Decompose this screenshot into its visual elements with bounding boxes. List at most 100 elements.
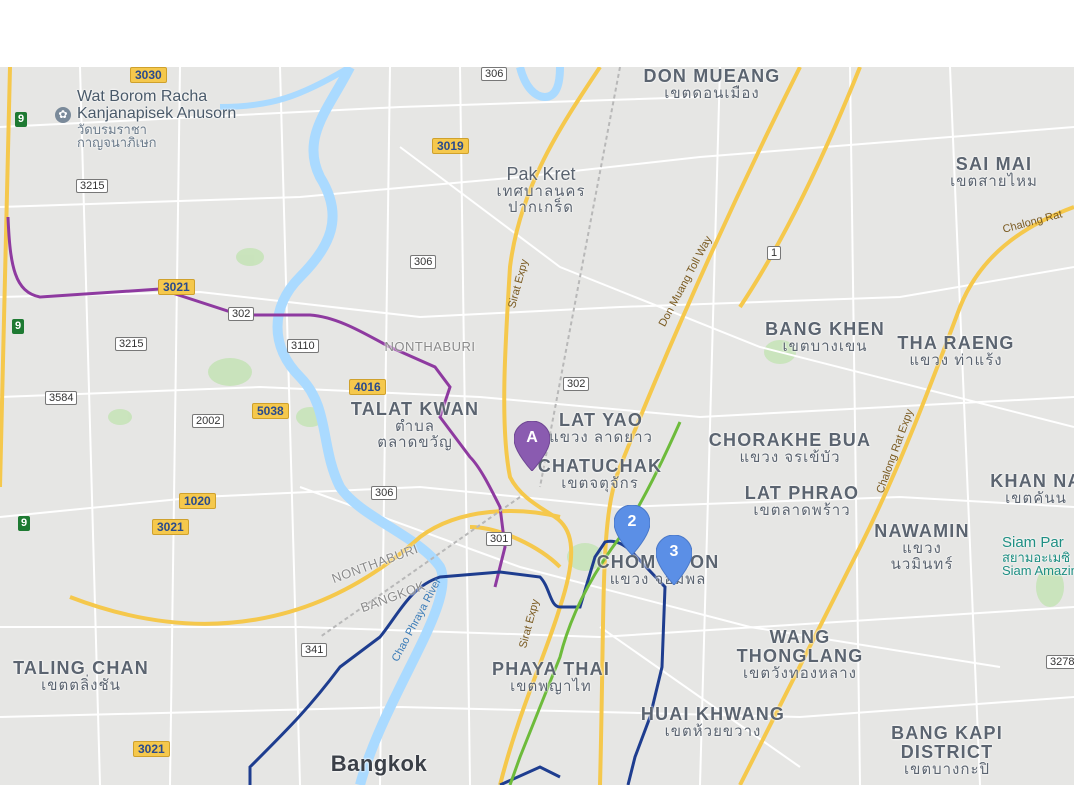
road-shield: 1: [767, 246, 782, 260]
district-th: เขตบางกะปิ: [903, 760, 991, 778]
district-don-mueang: DON MUEANG เขตดอนเมือง: [644, 67, 781, 102]
district-th: แขวง ลาดยาว: [549, 428, 653, 446]
marker-label: 3: [669, 543, 679, 560]
district-nawamin: NAWAMIN แขวง นวมินทร์: [874, 522, 969, 572]
district-lat-phrao: LAT PHRAO เขตลาดพร้าว: [745, 484, 859, 519]
poi-name: Wat Borom Racha: [77, 88, 208, 105]
district-en-2: THONGLANG: [736, 645, 864, 666]
district-en-2: DISTRICT: [900, 741, 994, 762]
road-shield: 301: [486, 532, 513, 546]
district-th: เขตคันน: [1005, 489, 1067, 507]
district-en: DON MUEANG: [643, 67, 781, 86]
district-talat-kwan: TALAT KWAN ตำบล ตลาดขวัญ: [351, 400, 479, 450]
highway-shield: 3021: [158, 279, 195, 295]
district-en: KHAN NA: [990, 471, 1074, 491]
highway-shield: 1020: [179, 493, 216, 509]
district-pak-kret: Pak Kret เทศบาลนคร ปากเกร็ด: [496, 165, 585, 215]
temple-icon: ✿: [55, 107, 71, 123]
highway-shield: 3019: [432, 138, 469, 154]
map-marker-2[interactable]: 2: [614, 505, 650, 555]
district-th: แขวง ท่าแร้ง: [909, 351, 1003, 369]
district-th: เขตลาดพร้าว: [753, 501, 851, 519]
district-th: เขตห้วยขวาง: [664, 722, 762, 740]
road-shield: 306: [371, 486, 398, 500]
poi-wat-borom-racha[interactable]: ✿ Wat Borom Racha Kanjanapisek Anusorn ว…: [55, 88, 237, 151]
district-khan-na: KHAN NA เขตคันน: [990, 472, 1074, 507]
district-en: PHAYA THAI: [491, 659, 611, 679]
poi-siam-park[interactable]: Siam Par สยามอะเมซิ Siam Amazin: [1002, 535, 1074, 578]
district-th-2: นวมินทร์: [890, 555, 954, 573]
district-th: เขตพญาไท: [510, 677, 592, 695]
road-shield: 306: [410, 255, 437, 269]
road-shield: 302: [563, 377, 590, 391]
district-en: Pak Kret: [506, 164, 576, 184]
district-taling-chan: TALING CHAN เขตตลิ่งชัน: [13, 659, 149, 694]
district-en: HUAI KHWANG: [640, 704, 786, 724]
district-bang-kapi: BANG KAPI DISTRICT เขตบางกะปิ: [891, 724, 1003, 778]
district-wang-thonglang: WANG THONGLANG เขตวังทองหลาง: [737, 628, 864, 682]
district-en: BANG KAPI: [891, 723, 1003, 743]
district-en: THA RAENG: [897, 333, 1015, 353]
poi-name: Siam Par: [1002, 534, 1064, 551]
district-th: แขวง: [902, 539, 942, 557]
district-phaya-thai: PHAYA THAI เขตพญาไท: [492, 660, 610, 695]
road-shield: 3584: [45, 391, 78, 405]
district-en: BANG KHEN: [765, 319, 885, 339]
district-th: เทศบาลนคร: [496, 182, 586, 200]
district-th: เขตจตุจักร: [561, 474, 639, 492]
poi-name-2: Siam Amazin: [1002, 563, 1074, 579]
road-shield: 3278: [1046, 655, 1074, 669]
road-shield: 306: [481, 67, 508, 81]
green-route-shield: 9: [15, 112, 27, 127]
road-shield: 341: [301, 643, 328, 657]
road-shield: 3110: [287, 339, 319, 353]
highway-shield: 3021: [152, 519, 189, 535]
district-th: ตำบล: [395, 417, 435, 435]
city-bangkok: Bangkok: [331, 752, 427, 775]
marker-label: A: [526, 429, 538, 446]
road-shield: 302: [228, 307, 255, 321]
district-th: เขตบางเขน: [782, 337, 868, 355]
highway-shield: 5038: [252, 403, 289, 419]
highway-shield: 4016: [349, 379, 386, 395]
district-th: เขตสายไหม: [950, 172, 1038, 190]
district-en: WANG: [769, 627, 831, 647]
district-th: เขตดอนเมือง: [664, 84, 760, 102]
district-th-2: ปากเกร็ด: [507, 198, 575, 216]
district-en: NAWAMIN: [874, 521, 970, 541]
district-en: SAI MAI: [955, 154, 1033, 174]
district-th-2: ตลาดขวัญ: [377, 433, 453, 451]
area-name: NONTHABURI: [384, 339, 476, 354]
city-name: Bangkok: [330, 751, 428, 776]
map-marker-3[interactable]: 3: [656, 535, 692, 585]
district-en: TALAT KWAN: [350, 399, 480, 419]
district-th: เขตตลิ่งชัน: [41, 676, 121, 694]
district-th: แขวง จรเข้บัว: [739, 448, 841, 466]
marker-label: 2: [627, 513, 637, 530]
district-bang-khen: BANG KHEN เขตบางเขน: [765, 320, 885, 355]
poi-th: สยามอะเมซิ: [1002, 549, 1071, 565]
district-th: เขตวังทองหลาง: [743, 664, 857, 682]
district-sai-mai: SAI MAI เขตสายไหม: [950, 155, 1038, 190]
district-huai-khwang: HUAI KHWANG เขตห้วยขวาง: [641, 705, 785, 740]
district-tha-raeng: THA RAENG แขวง ท่าแร้ง: [897, 334, 1014, 369]
map-marker-a[interactable]: A: [514, 421, 550, 471]
map-canvas[interactable]: DON MUEANG เขตดอนเมือง SAI MAI เขตสายไหม…: [0, 67, 1074, 785]
district-en: CHORAKHE BUA: [708, 430, 872, 450]
poi-name-2: Kanjanapisek Anusorn: [77, 104, 237, 122]
district-chatuchak: CHATUCHAK เขตจตุจักร: [538, 457, 662, 492]
green-route-shield: 9: [18, 516, 30, 531]
area-nonthaburi-top: NONTHABURI: [385, 340, 476, 354]
district-chorakhe-bua: CHORAKHE BUA แขวง จรเข้บัว: [709, 431, 871, 466]
district-en: LAT PHRAO: [744, 483, 860, 503]
green-route-shield: 9: [12, 319, 24, 334]
highway-shield: 3021: [133, 741, 170, 757]
road-shield: 3215: [115, 337, 148, 351]
road-shield: 2002: [192, 414, 225, 428]
highway-shield: 3030: [130, 67, 167, 83]
district-lat-yao: LAT YAO แขวง ลาดยาว: [549, 411, 653, 446]
road-shield: 3215: [76, 179, 109, 193]
district-en: TALING CHAN: [13, 658, 149, 678]
district-en: CHATUCHAK: [537, 456, 663, 476]
poi-th-2: กาญจนาภิเษก: [77, 135, 157, 151]
